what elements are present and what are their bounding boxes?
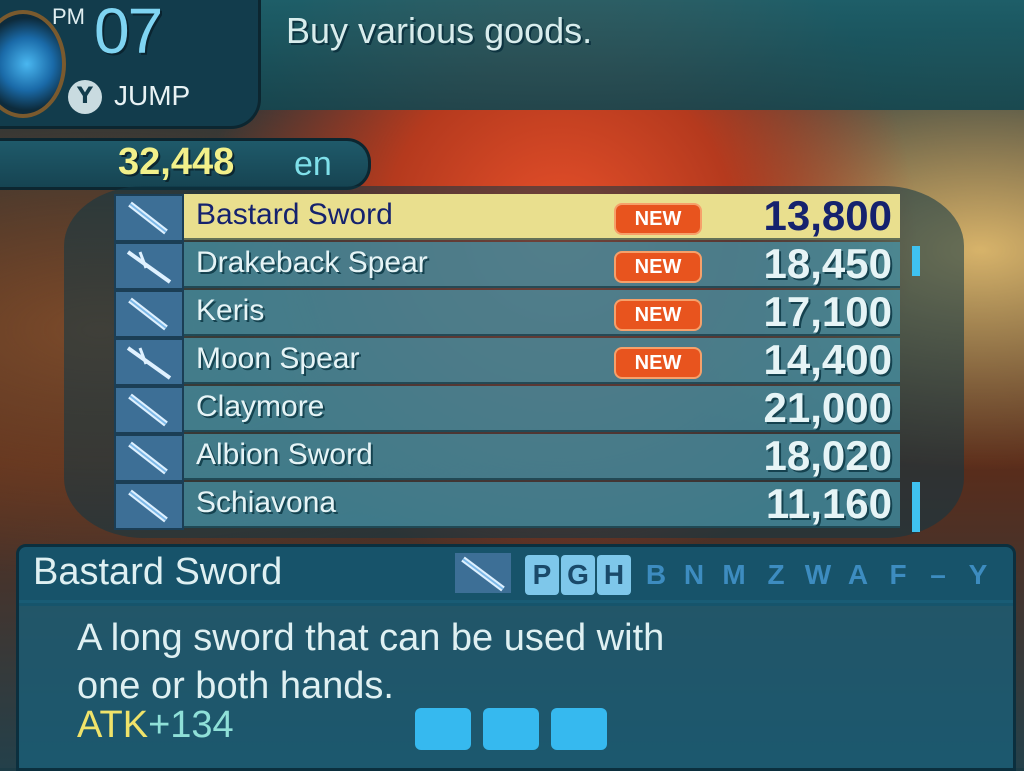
sword-icon (114, 194, 184, 242)
class-letter: Y (968, 559, 988, 590)
class-letter: Z (767, 559, 785, 590)
class-letter: P (525, 555, 559, 595)
money-amount: 32,448 (118, 141, 235, 183)
class-letter: A (847, 559, 869, 590)
shop-item-row[interactable]: Claymore 21,000 (114, 384, 914, 434)
item-name: Albion Sword (196, 438, 373, 471)
sword-icon (114, 482, 184, 530)
spear-icon (114, 242, 184, 290)
shop-item-row[interactable]: Bastard Sword NEW 13,800 (114, 192, 914, 242)
scrollbar-thumb[interactable] (912, 246, 920, 276)
class-letter: M (722, 559, 746, 590)
item-name: Drakeback Spear (196, 246, 428, 279)
stat-label: ATK (77, 704, 149, 746)
item-price: 18,450 (763, 240, 892, 287)
new-badge: NEW (614, 251, 702, 283)
attack-stat: ATK+134 (77, 704, 234, 747)
item-price: 21,000 (763, 384, 892, 431)
sword-icon (114, 434, 184, 482)
description-line: one or both hands. (77, 665, 394, 707)
item-price: 11,160 (765, 480, 892, 527)
y-button-icon[interactable]: Y (68, 80, 102, 114)
money-unit: en (294, 145, 332, 183)
spear-icon (114, 338, 184, 386)
forge-slot (483, 708, 539, 750)
item-detail-body: A long sword that can be used with one o… (16, 600, 1016, 771)
shop-item-row[interactable]: Albion Sword 18,020 (114, 432, 914, 482)
shop-item-row[interactable]: Keris NEW 17,100 (114, 288, 914, 338)
class-letter: W (804, 559, 832, 590)
forge-slot (551, 708, 607, 750)
class-letter: N (683, 559, 705, 590)
class-letter: – (930, 559, 946, 590)
item-detail-header: Bastard Sword P G H B N M Z W A F – Y (16, 544, 1016, 606)
item-price: 14,400 (763, 336, 892, 383)
item-name: Schiavona (196, 486, 337, 519)
item-name: Moon Spear (196, 342, 360, 375)
class-letter: G (561, 555, 595, 595)
list-scrollbar[interactable] (912, 246, 920, 532)
detail-item-name: Bastard Sword (33, 551, 283, 593)
item-description: A long sword that can be used with one o… (77, 614, 797, 710)
item-price: 18,020 (763, 432, 892, 479)
stat-value: +134 (148, 704, 234, 746)
new-badge: NEW (614, 347, 702, 379)
item-price: 13,800 (763, 192, 892, 239)
shop-item-row[interactable]: Drakeback Spear NEW 18,450 (114, 240, 914, 290)
clock-panel: PM 07 Y JUMP (0, 0, 261, 129)
sword-icon (114, 386, 184, 434)
item-name: Keris (196, 294, 265, 327)
shop-item-row[interactable]: Schiavona 11,160 (114, 480, 914, 530)
jump-button-label[interactable]: JUMP (114, 80, 190, 112)
sword-icon (455, 553, 511, 593)
item-name: Bastard Sword (196, 198, 393, 231)
class-letter: F (889, 559, 907, 590)
help-message: Buy various goods. (286, 10, 593, 51)
new-badge: NEW (614, 299, 702, 331)
shop-item-row[interactable]: Moon Spear NEW 14,400 (114, 336, 914, 386)
item-price: 17,100 (763, 288, 892, 335)
scrollbar-end-marker (912, 482, 920, 532)
description-line: A long sword that can be used with (77, 617, 665, 659)
new-badge: NEW (614, 203, 702, 235)
class-letter: H (597, 555, 631, 595)
clock-period: PM (52, 4, 85, 29)
money-display: 32,448 en (0, 138, 371, 190)
forge-slot (415, 708, 471, 750)
item-name: Claymore (196, 390, 325, 423)
class-letter: B (645, 559, 667, 590)
clock-hour: 07 (94, 0, 163, 67)
sword-icon (114, 290, 184, 338)
